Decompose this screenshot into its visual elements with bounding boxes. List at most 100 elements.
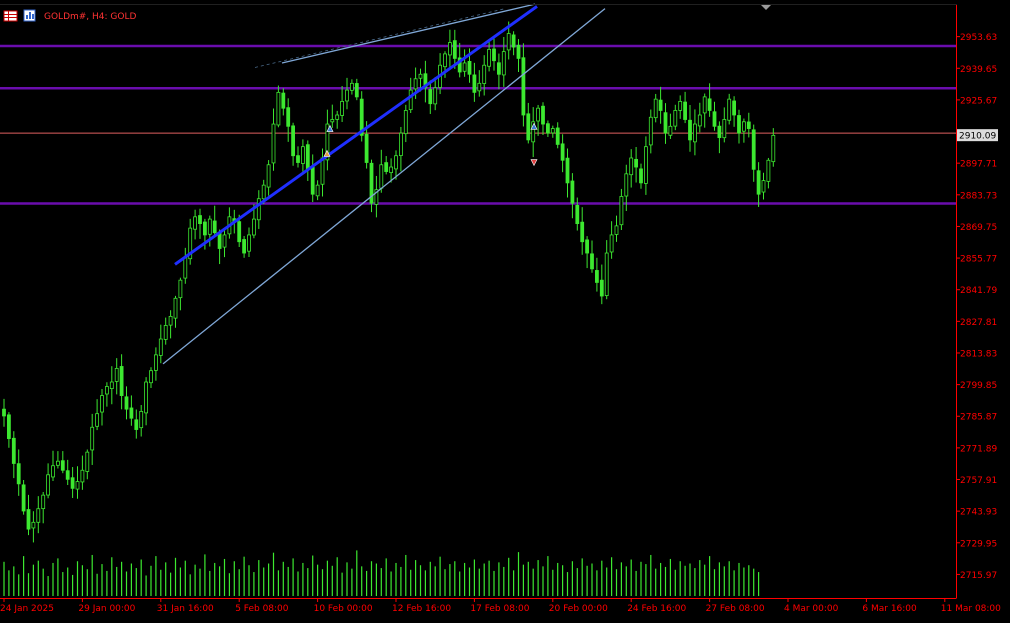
time-tick-label: 10 Feb 00:00: [314, 604, 373, 614]
candle-body: [379, 164, 384, 189]
candle-body: [2, 408, 6, 417]
candle-body: [560, 143, 565, 161]
candle-body: [354, 83, 359, 98]
candle-body: [408, 89, 413, 111]
candle-body: [384, 162, 389, 172]
candle-body: [644, 146, 648, 184]
candle-body: [629, 157, 634, 176]
time-tick-label: 24 Jan 2025: [0, 604, 54, 614]
candle-body: [398, 132, 403, 156]
price-tick-label: 2813.83: [960, 349, 997, 359]
candle-body: [70, 477, 75, 489]
candle-body: [658, 99, 663, 111]
candle-body: [134, 419, 139, 430]
candle-body: [256, 198, 261, 221]
grid-icon[interactable]: [3, 10, 18, 22]
candle-body: [501, 51, 506, 76]
candle-body: [403, 110, 408, 135]
candle-body: [413, 78, 418, 90]
candle-body: [212, 220, 217, 234]
candle-body: [727, 98, 732, 121]
candle-body: [511, 34, 516, 48]
candle-body: [482, 64, 487, 84]
price-tick-label: 2757.91: [960, 476, 997, 486]
candle-body: [163, 325, 168, 340]
candle-body: [526, 113, 531, 141]
candle-body: [105, 386, 109, 395]
time-tick-label: 11 Mar 08:00: [941, 604, 1001, 614]
candle-body: [742, 121, 746, 132]
candle-body: [335, 114, 340, 120]
candle-body: [36, 508, 41, 523]
candle-body: [648, 116, 653, 146]
candle-body: [75, 481, 80, 490]
price-chart[interactable]: 2953.63 2939.65 2925.67 2897.71 2883.73 2869.…: [0, 0, 1010, 619]
candle-body: [595, 270, 599, 283]
candle-body: [271, 123, 276, 164]
candle-body: [144, 381, 149, 414]
candle-body: [467, 61, 472, 75]
price-tick-label: 2925.67: [960, 96, 997, 106]
candle-body: [300, 146, 305, 164]
candle-body: [139, 411, 144, 429]
chart-settings-icon[interactable]: [23, 9, 36, 22]
candle-body: [536, 107, 540, 122]
candle-body: [433, 87, 438, 105]
time-tick-label: 29 Jan 00:00: [78, 604, 135, 614]
candle-body: [565, 157, 570, 184]
candle-body: [712, 111, 717, 127]
price-tick-label: 2771.89: [960, 444, 997, 454]
candle-body: [521, 57, 526, 116]
candle-body: [168, 315, 173, 326]
candle-body: [109, 381, 114, 390]
price-tick-label: 2785.87: [960, 413, 997, 423]
candle-body: [330, 119, 335, 123]
candle-body: [619, 196, 624, 226]
candle-body: [21, 484, 26, 512]
candle-body: [688, 119, 692, 141]
price-tick-label: 2939.65: [960, 65, 997, 75]
candle-body: [428, 89, 433, 105]
candle-body: [766, 159, 771, 182]
price-tick-label: 2883.73: [960, 191, 997, 201]
candle-body: [771, 134, 776, 163]
candle-body: [697, 114, 702, 127]
chart-window[interactable]: 2953.63 2939.65 2925.67 2897.71 2883.73 2869.…: [0, 0, 1010, 619]
candle-body: [41, 494, 46, 510]
candle-body: [639, 168, 643, 184]
candle-body: [737, 115, 741, 134]
candle-body: [447, 42, 452, 56]
candle-body: [80, 469, 85, 483]
price-tick-label: 2715.97: [960, 571, 997, 581]
price-tick-label: 2743.93: [960, 508, 997, 518]
current-price-badge: 2910.09: [957, 129, 998, 141]
candle-body: [546, 123, 550, 134]
candle-body: [506, 33, 511, 51]
candle-body: [541, 105, 545, 125]
candle-body: [100, 395, 104, 413]
candle-body: [193, 216, 198, 230]
candle-body: [286, 107, 291, 127]
candle-body: [198, 215, 202, 225]
candle-body: [550, 128, 555, 134]
candle-body: [26, 509, 31, 530]
candle-body: [472, 74, 477, 93]
time-tick-label: 4 Mar 00:00: [784, 604, 839, 614]
candle-body: [580, 221, 585, 243]
candle-body: [575, 204, 580, 225]
candle-body: [761, 180, 766, 193]
candle-body: [129, 407, 134, 419]
candle-body: [349, 82, 354, 91]
candle-body: [693, 123, 697, 143]
candle-body: [31, 521, 36, 529]
candle-body: [16, 463, 21, 485]
candle-body: [364, 133, 369, 163]
candle-body: [46, 474, 50, 496]
candle-body: [462, 62, 467, 72]
candle-body: [315, 184, 320, 197]
candle-body: [251, 218, 256, 236]
candle-body: [653, 98, 658, 119]
candle-body: [183, 257, 188, 279]
candle-body: [242, 239, 247, 254]
time-tick-label: 6 Mar 16:00: [862, 604, 917, 614]
